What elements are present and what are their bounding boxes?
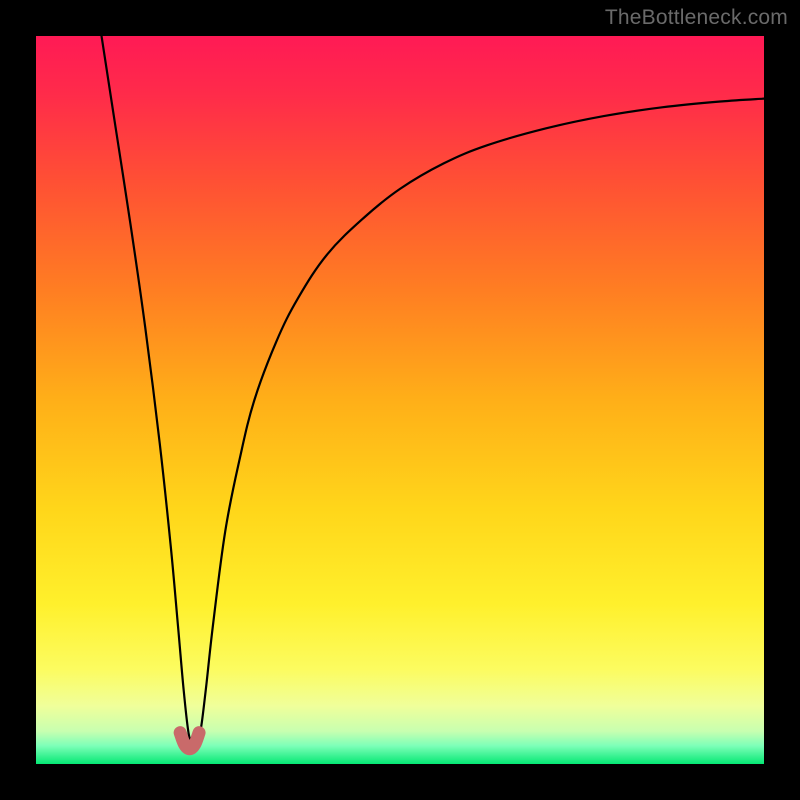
chart-frame: TheBottleneck.com: [0, 0, 800, 800]
curve-layer: [36, 36, 764, 764]
watermark-text: TheBottleneck.com: [605, 6, 788, 30]
bottleneck-curve: [102, 36, 764, 746]
plot-area: [36, 36, 764, 764]
